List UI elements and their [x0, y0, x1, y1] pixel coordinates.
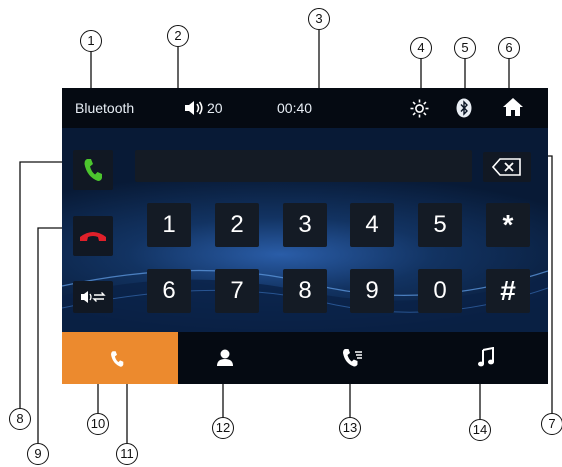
audio-transfer-button[interactable]	[73, 281, 113, 313]
call-log-icon	[343, 349, 362, 367]
key-7[interactable]: 7	[215, 269, 259, 313]
audio-transfer-icon	[81, 291, 106, 303]
key-0[interactable]: 0	[418, 269, 462, 313]
number-input[interactable]	[135, 150, 472, 182]
bottom-nav	[62, 332, 548, 384]
callout-10: 10	[87, 413, 109, 435]
callout-13: 13	[339, 417, 361, 439]
device-screen: Bluetooth 20 00:40 1 2 3 4 5 * 6 7 8 9 0…	[62, 88, 548, 384]
music-note-icon	[478, 347, 494, 367]
speaker-icon[interactable]	[184, 99, 204, 117]
callout-8: 8	[9, 408, 31, 430]
clock: 00:40	[277, 100, 313, 116]
bluetooth-icon[interactable]	[456, 98, 472, 118]
backspace-button[interactable]	[483, 152, 531, 182]
brightness-icon[interactable]	[410, 99, 429, 118]
hang-up-button[interactable]	[73, 216, 113, 256]
phone-icon	[111, 351, 124, 367]
key-2[interactable]: 2	[215, 203, 259, 247]
callout-4: 4	[410, 37, 432, 59]
tab-contacts[interactable]	[178, 332, 302, 384]
callout-6: 6	[498, 37, 520, 59]
key-1[interactable]: 1	[147, 203, 191, 247]
callout-2: 2	[167, 25, 189, 47]
status-bar: Bluetooth 20 00:40	[62, 88, 548, 128]
dialer-area: 1 2 3 4 5 * 6 7 8 9 0 #	[62, 128, 548, 332]
tab-music[interactable]	[426, 332, 548, 384]
callout-7: 7	[541, 413, 562, 435]
call-button[interactable]	[73, 150, 113, 190]
backspace-icon	[492, 158, 521, 176]
phone-call-icon	[84, 159, 102, 181]
callout-5: 5	[454, 37, 476, 59]
key-9[interactable]: 9	[350, 269, 394, 313]
tab-phone[interactable]	[62, 332, 178, 384]
callout-3: 3	[308, 8, 330, 30]
key-hash[interactable]: #	[486, 269, 530, 313]
callout-14: 14	[469, 419, 491, 441]
contacts-icon	[217, 349, 233, 366]
diagram-stage: Bluetooth 20 00:40 1 2 3 4 5 * 6 7 8 9 0…	[0, 0, 562, 467]
key-8[interactable]: 8	[283, 269, 327, 313]
callout-1: 1	[80, 30, 102, 52]
source-label: Bluetooth	[75, 100, 135, 116]
callout-9: 9	[27, 443, 49, 465]
home-icon[interactable]	[502, 97, 524, 117]
key-5[interactable]: 5	[418, 203, 462, 247]
callout-11: 11	[116, 443, 138, 465]
volume-level: 20	[207, 100, 223, 116]
tab-call-log[interactable]	[302, 332, 426, 384]
callout-12: 12	[212, 417, 234, 439]
key-6[interactable]: 6	[147, 269, 191, 313]
key-3[interactable]: 3	[283, 203, 327, 247]
key-star[interactable]: *	[486, 203, 530, 247]
key-4[interactable]: 4	[350, 203, 394, 247]
phone-hangup-icon	[80, 232, 106, 241]
